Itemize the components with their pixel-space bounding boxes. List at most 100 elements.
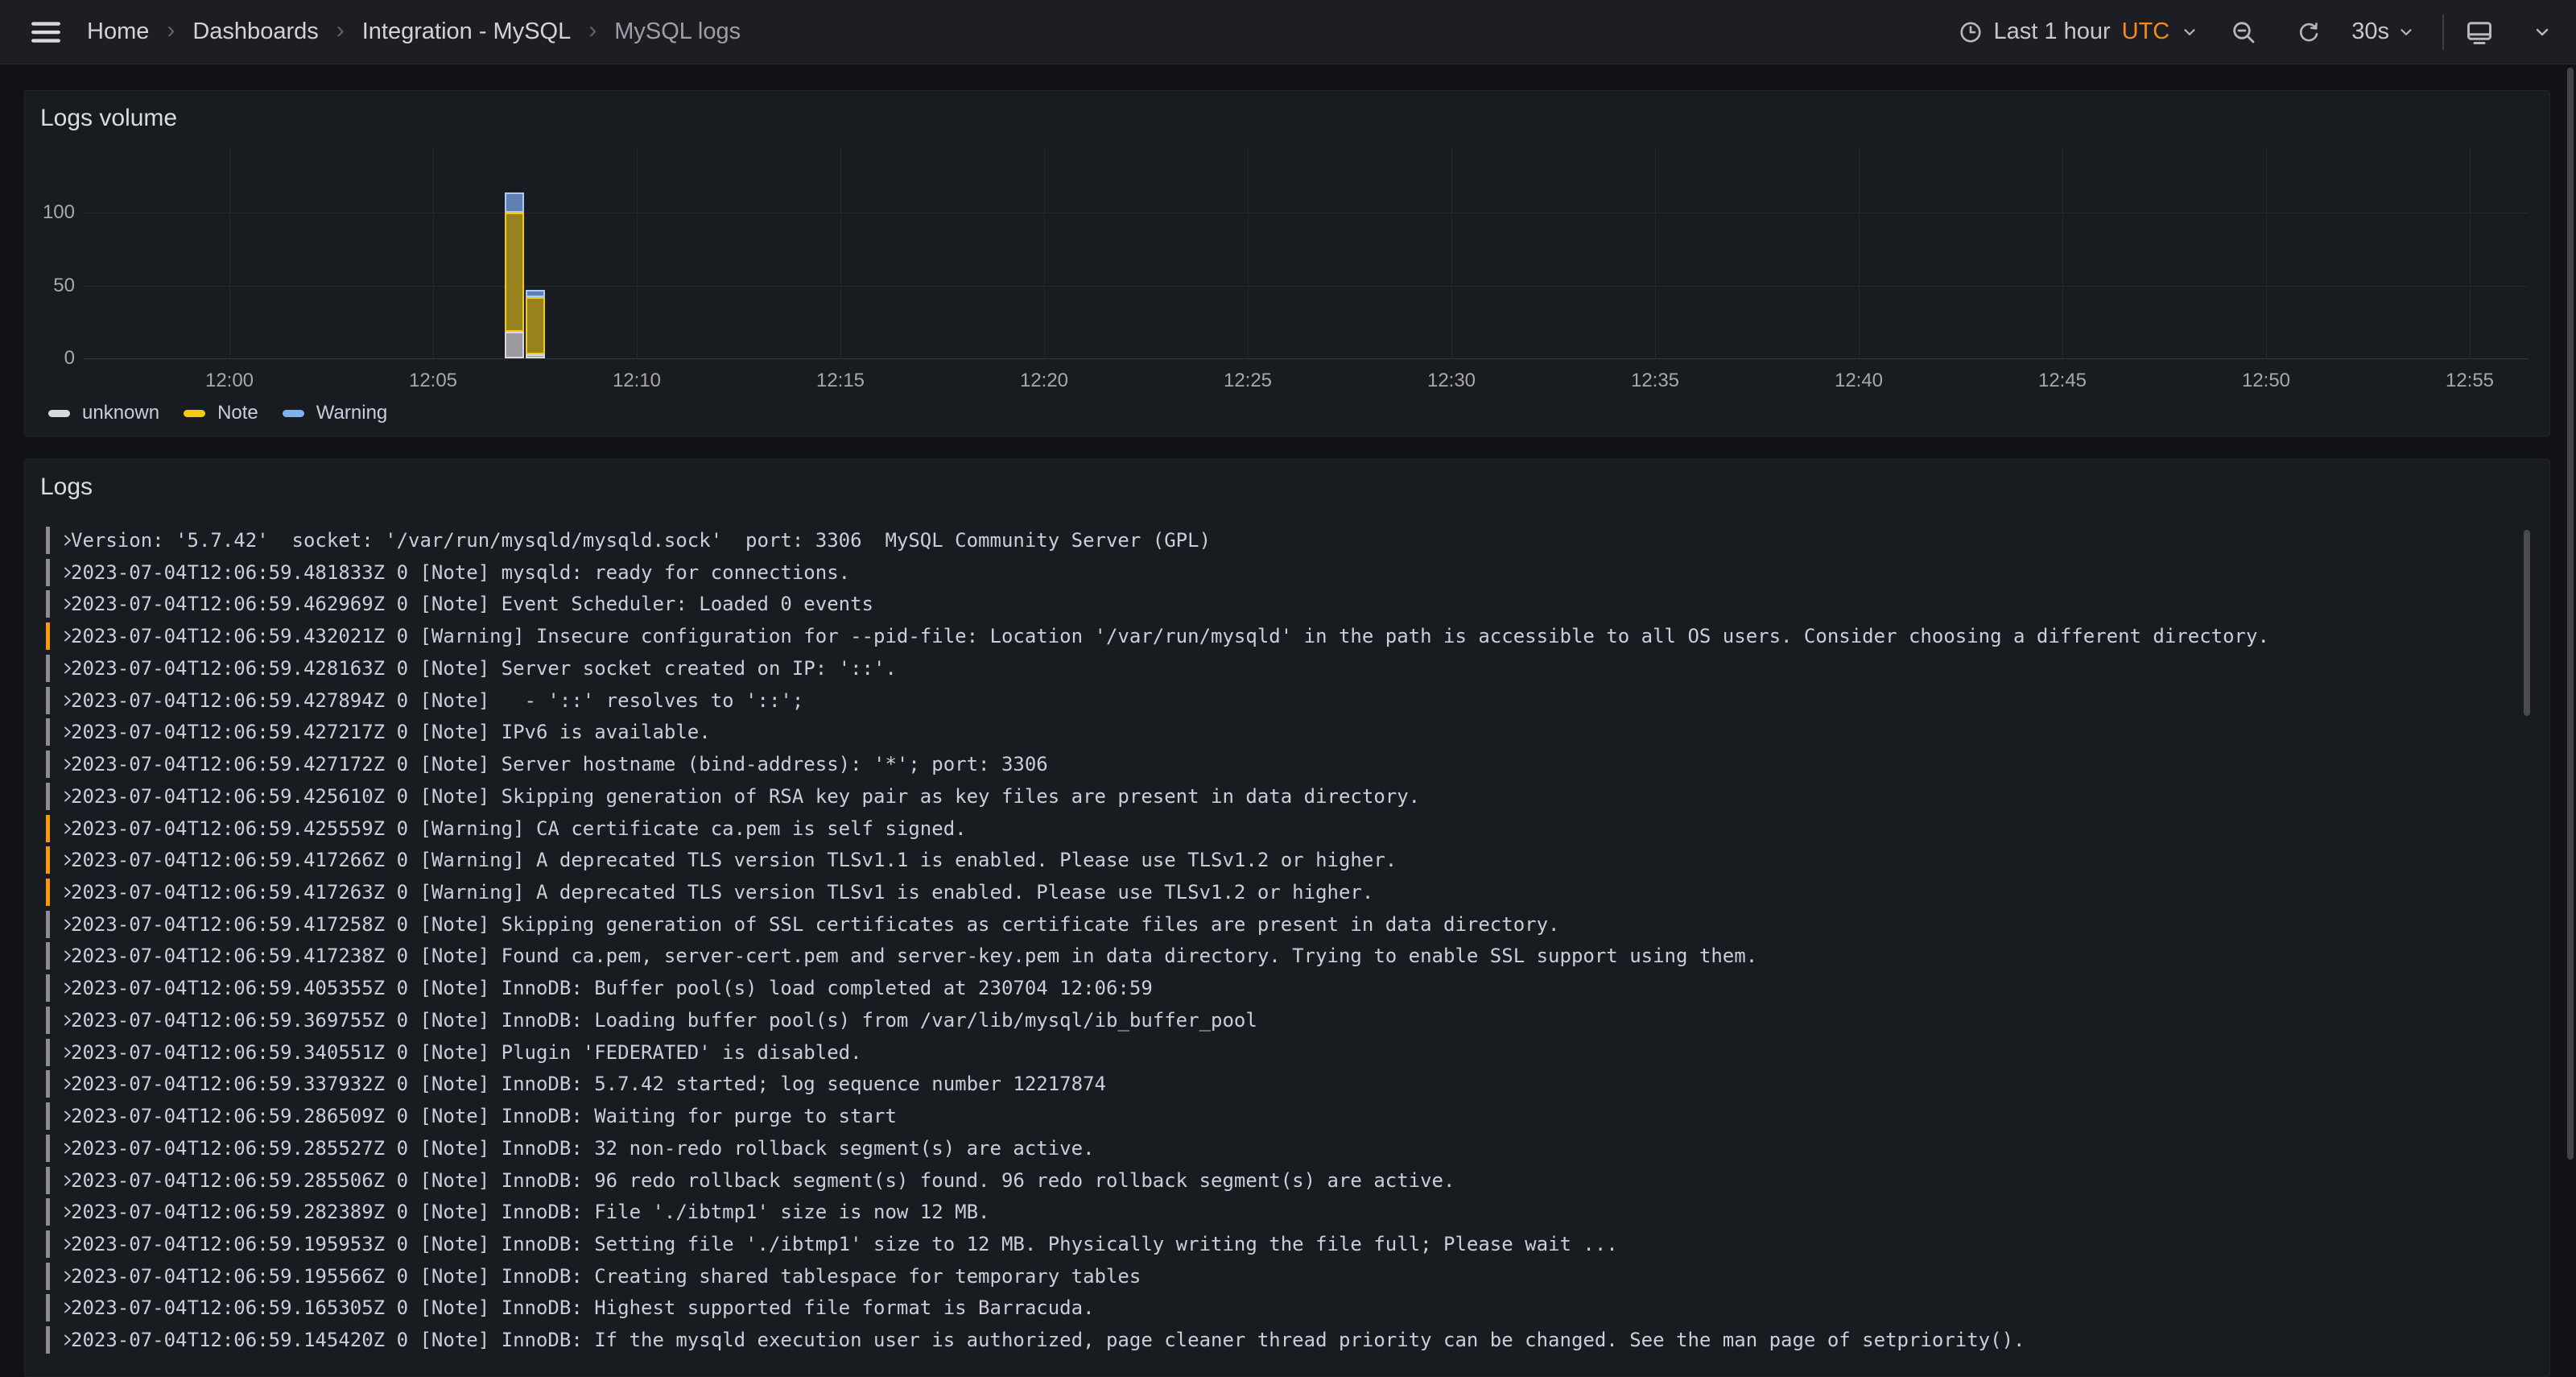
log-line-text: 2023-07-04T12:06:59.285527Z 0 [Note] Inn… bbox=[71, 1137, 1095, 1160]
grid-line-vertical bbox=[229, 147, 230, 358]
log-row[interactable]: 2023-07-04T12:06:59.417258Z 0 [Note] Ski… bbox=[25, 908, 2538, 941]
log-row[interactable]: 2023-07-04T12:06:59.145420Z 0 [Note] Inn… bbox=[25, 1324, 2538, 1356]
log-row[interactable]: 2023-07-04T12:06:59.427217Z 0 [Note] IPv… bbox=[25, 716, 2538, 748]
zoom-out-icon bbox=[2231, 19, 2256, 45]
panel-title[interactable]: Logs bbox=[40, 473, 93, 501]
log-level-indicator-note bbox=[46, 1230, 50, 1258]
log-row[interactable]: 2023-07-04T12:06:59.481833Z 0 [Note] mys… bbox=[25, 556, 2538, 589]
log-row[interactable]: 2023-07-04T12:06:59.417263Z 0 [Warning] … bbox=[25, 876, 2538, 908]
bar-segment-warning bbox=[505, 192, 524, 213]
log-row[interactable]: 2023-07-04T12:06:59.369755Z 0 [Note] Inn… bbox=[25, 1004, 2538, 1036]
time-range-picker[interactable]: Last 1 hour UTC bbox=[1959, 19, 2199, 45]
y-axis-tick-label: 50 bbox=[25, 276, 75, 296]
logs-volume-panel: Logs volume 12:0012:0512:1012:1512:2012:… bbox=[24, 90, 2550, 436]
log-line-text: 2023-07-04T12:06:59.462969Z 0 [Note] Eve… bbox=[71, 593, 873, 615]
log-level-indicator-note bbox=[46, 1070, 50, 1098]
log-row[interactable]: 2023-07-04T12:06:59.425559Z 0 [Warning] … bbox=[25, 813, 2538, 845]
log-row[interactable]: 2023-07-04T12:06:59.428163Z 0 [Note] Ser… bbox=[25, 652, 2538, 684]
grid-line-vertical bbox=[433, 147, 434, 358]
log-level-indicator-warning bbox=[46, 815, 50, 842]
log-line-text: 2023-07-04T12:06:59.195953Z 0 [Note] Inn… bbox=[71, 1233, 1618, 1255]
log-line-text: Version: '5.7.42' socket: '/var/run/mysq… bbox=[71, 529, 1211, 552]
grid-line-vertical bbox=[840, 147, 841, 358]
x-axis-tick-label: 12:30 bbox=[1403, 370, 1500, 392]
toolbar-more-dropdown[interactable] bbox=[2533, 23, 2552, 42]
logs-scrollbar-thumb[interactable] bbox=[2524, 530, 2530, 716]
legend-color-pill bbox=[184, 410, 205, 417]
log-line-text: 2023-07-04T12:06:59.286509Z 0 [Note] Inn… bbox=[71, 1105, 897, 1127]
x-axis-tick-label: 12:35 bbox=[1607, 370, 1703, 392]
log-level-indicator-note bbox=[46, 1167, 50, 1194]
log-row[interactable]: 2023-07-04T12:06:59.462969Z 0 [Note] Eve… bbox=[25, 588, 2538, 620]
legend-item-unknown[interactable]: unknown bbox=[48, 402, 159, 424]
log-row[interactable]: 2023-07-04T12:06:59.282389Z 0 [Note] Inn… bbox=[25, 1196, 2538, 1228]
grid-line-vertical bbox=[1248, 147, 1249, 358]
zoom-out-time-range-button[interactable] bbox=[2231, 19, 2256, 45]
breadcrumb-separator-icon: › bbox=[588, 17, 597, 44]
log-row[interactable]: 2023-07-04T12:06:59.427894Z 0 [Note] - '… bbox=[25, 684, 2538, 717]
monitor-icon bbox=[2465, 18, 2494, 47]
x-axis-tick-label: 12:10 bbox=[588, 370, 685, 392]
legend-color-pill bbox=[283, 410, 304, 417]
breadcrumb-separator-icon: › bbox=[336, 17, 345, 44]
refresh-icon bbox=[2297, 20, 2321, 44]
log-level-indicator-note bbox=[46, 1326, 50, 1354]
log-row[interactable]: 2023-07-04T12:06:59.432021Z 0 [Warning] … bbox=[25, 620, 2538, 652]
grid-line-vertical bbox=[2266, 147, 2267, 358]
logs-panel: Logs Version: '5.7.42' socket: '/var/run… bbox=[24, 459, 2550, 1377]
log-row[interactable]: 2023-07-04T12:06:59.286509Z 0 [Note] Inn… bbox=[25, 1100, 2538, 1132]
log-row[interactable]: 2023-07-04T12:06:59.337932Z 0 [Note] Inn… bbox=[25, 1068, 2538, 1100]
log-level-indicator-note bbox=[46, 687, 50, 714]
log-row[interactable]: 2023-07-04T12:06:59.417266Z 0 [Warning] … bbox=[25, 844, 2538, 876]
log-row[interactable]: 2023-07-04T12:06:59.340551Z 0 [Note] Plu… bbox=[25, 1036, 2538, 1069]
log-line-text: 2023-07-04T12:06:59.285506Z 0 [Note] Inn… bbox=[71, 1169, 1455, 1192]
log-row[interactable]: Version: '5.7.42' socket: '/var/run/mysq… bbox=[25, 524, 2538, 556]
x-axis-tick-label: 12:45 bbox=[2014, 370, 2111, 392]
log-row[interactable]: 2023-07-04T12:06:59.195953Z 0 [Note] Inn… bbox=[25, 1228, 2538, 1260]
clock-icon bbox=[1959, 20, 1983, 44]
legend-label: Note bbox=[217, 402, 258, 424]
log-row[interactable]: 2023-07-04T12:06:59.285506Z 0 [Note] Inn… bbox=[25, 1164, 2538, 1197]
page-scrollbar-thumb[interactable] bbox=[2567, 68, 2574, 1160]
x-axis-tick-label: 12:20 bbox=[996, 370, 1092, 392]
log-line-text: 2023-07-04T12:06:59.337932Z 0 [Note] Inn… bbox=[71, 1073, 1106, 1095]
log-line-text: 2023-07-04T12:06:59.417238Z 0 [Note] Fou… bbox=[71, 945, 1757, 967]
breadcrumb-home[interactable]: Home bbox=[87, 19, 149, 45]
log-line-text: 2023-07-04T12:06:59.425610Z 0 [Note] Ski… bbox=[71, 785, 1420, 808]
x-axis-tick-label: 12:55 bbox=[2421, 370, 2518, 392]
log-row[interactable]: 2023-07-04T12:06:59.195566Z 0 [Note] Inn… bbox=[25, 1260, 2538, 1292]
log-row[interactable]: 2023-07-04T12:06:59.405355Z 0 [Note] Inn… bbox=[25, 972, 2538, 1004]
log-level-indicator-note bbox=[46, 655, 50, 682]
main-menu-button[interactable] bbox=[27, 14, 64, 51]
grid-line-vertical bbox=[1044, 147, 1045, 358]
log-row[interactable]: 2023-07-04T12:06:59.417238Z 0 [Note] Fou… bbox=[25, 940, 2538, 972]
log-level-indicator-note bbox=[46, 1135, 50, 1162]
cycle-view-mode-button[interactable] bbox=[2465, 18, 2494, 47]
refresh-dashboard-button[interactable] bbox=[2297, 20, 2321, 44]
log-level-indicator-unknown bbox=[46, 527, 50, 554]
log-row[interactable]: 2023-07-04T12:06:59.427172Z 0 [Note] Ser… bbox=[25, 748, 2538, 780]
breadcrumb-dashboards[interactable]: Dashboards bbox=[192, 19, 318, 45]
log-level-indicator-note bbox=[46, 911, 50, 938]
log-line-text: 2023-07-04T12:06:59.427217Z 0 [Note] IPv… bbox=[71, 721, 711, 743]
breadcrumb: Home › Dashboards › Integration - MySQL … bbox=[87, 19, 741, 46]
grid-line-horizontal bbox=[84, 286, 2529, 287]
log-rows-list: Version: '5.7.42' socket: '/var/run/mysq… bbox=[25, 524, 2538, 1376]
legend-item-note[interactable]: Note bbox=[184, 402, 258, 424]
log-line-text: 2023-07-04T12:06:59.417263Z 0 [Warning] … bbox=[71, 881, 1373, 904]
log-row[interactable]: 2023-07-04T12:06:59.425610Z 0 [Note] Ski… bbox=[25, 780, 2538, 813]
log-level-indicator-note bbox=[46, 974, 50, 1002]
breadcrumb-dashboard-name[interactable]: Integration - MySQL bbox=[362, 19, 572, 45]
grid-line-vertical bbox=[637, 147, 638, 358]
logs-volume-chart[interactable]: 12:0012:0512:1012:1512:2012:2512:3012:35… bbox=[25, 91, 2549, 436]
log-line-text: 2023-07-04T12:06:59.427172Z 0 [Note] Ser… bbox=[71, 753, 1048, 775]
log-row[interactable]: 2023-07-04T12:06:59.165305Z 0 [Note] Inn… bbox=[25, 1292, 2538, 1324]
refresh-interval-label: 30s bbox=[2351, 19, 2389, 45]
log-row[interactable]: 2023-07-04T12:06:59.285527Z 0 [Note] Inn… bbox=[25, 1132, 2538, 1164]
refresh-interval-picker[interactable]: 30s bbox=[2351, 19, 2415, 45]
log-level-indicator-warning bbox=[46, 879, 50, 906]
hamburger-menu-icon bbox=[29, 15, 63, 49]
log-line-text: 2023-07-04T12:06:59.195566Z 0 [Note] Inn… bbox=[71, 1265, 1141, 1288]
log-line-text: 2023-07-04T12:06:59.432021Z 0 [Warning] … bbox=[71, 625, 2269, 647]
legend-item-warning[interactable]: Warning bbox=[283, 402, 387, 424]
